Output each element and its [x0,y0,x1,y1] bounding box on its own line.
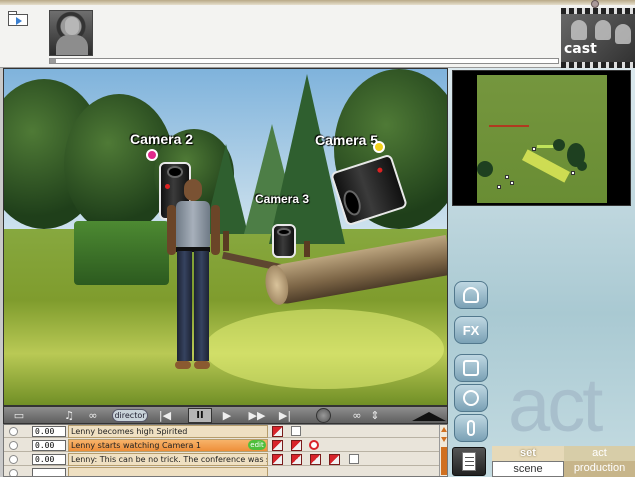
sound-icon[interactable]: ♫ [60,409,78,423]
scroll-thumb[interactable] [441,447,447,475]
microphone-icon[interactable] [454,414,488,442]
timeline-row[interactable]: 0.00 Lenny starts watching Camera 1 edit [4,439,439,452]
flag-icon[interactable] [310,454,321,465]
mode-tabs: set scene act production [448,446,635,477]
flag-icon[interactable] [329,454,340,465]
record-icon[interactable] [316,408,331,423]
row-time-field[interactable]: 0.00 [32,440,66,451]
row-action-text[interactable] [68,467,268,476]
playback-toolbar: ▭ ♫ ∞ director |◀ II ▶ ▶▶ ▶| ∞ ⇕ [3,406,448,424]
document-icon[interactable] [452,447,486,476]
window-top-edge [0,0,635,5]
tab-act[interactable]: act [564,446,635,461]
character-lenny[interactable] [164,179,224,379]
next-button[interactable]: ▶| [276,409,294,423]
edit-button[interactable]: edit [248,440,266,450]
link-icon[interactable]: ∞ [84,409,102,423]
target-icon[interactable] [309,440,319,450]
tab-scene[interactable]: scene [492,461,564,477]
row-action-text[interactable]: Lenny becomes high Spirited [68,425,268,438]
play-button[interactable]: ▶ [218,409,236,423]
flag-icon[interactable] [291,454,302,465]
eject-icon[interactable] [412,412,446,421]
volume-icon[interactable]: ⇕ [370,409,380,423]
scene-viewport[interactable]: Camera 2 Camera 5 Camera 3 [3,68,448,406]
flag-icon[interactable] [272,440,283,451]
minimap[interactable] [452,70,631,206]
timeline-row[interactable] [4,467,439,476]
camera-5-label: Camera 5 [315,132,379,148]
row-select-radio[interactable] [9,427,18,436]
act-watermark: act [508,363,603,448]
app-window: cast Camera 2 Camera 5 Camera 3 ▭ ♫ ∞ di… [0,0,635,477]
row-checkbox[interactable] [291,426,301,436]
right-panel: FX act act [448,68,635,477]
row-select-radio[interactable] [9,441,18,450]
camera-icon[interactable] [454,354,488,382]
scroll-up-icon[interactable] [441,427,447,432]
script-timeline: 0.00 Lenny becomes high Spirited 0.00 Le… [3,424,448,477]
hedge [74,221,169,285]
cast-scroll-thumb[interactable] [50,59,56,63]
loop-icon[interactable]: ∞ [348,409,366,423]
pine-trunk [304,241,310,257]
row-action-text[interactable]: Lenny: This can be no trick. The confere… [68,453,268,466]
cast-button[interactable]: cast [561,0,635,68]
light-icon[interactable] [454,384,488,412]
camera-5-marker[interactable] [373,141,385,153]
timeline-row[interactable]: 0.00 Lenny: This can be no trick. The co… [4,453,439,466]
folder-open-icon[interactable] [8,11,30,27]
cast-scrollbar[interactable] [49,58,559,64]
scroll-down-icon[interactable] [441,437,447,442]
fast-forward-button[interactable]: ▶▶ [246,409,268,423]
sunlit-grass [204,309,444,389]
pine-tree [269,74,345,244]
pause-button[interactable]: II [188,408,212,423]
screen-icon[interactable]: ▭ [10,409,28,423]
row-time-field[interactable] [32,468,66,476]
row-checkbox[interactable] [349,454,359,464]
timeline-row[interactable]: 0.00 Lenny becomes high Spirited [4,425,439,438]
row-select-radio[interactable] [9,469,18,476]
row-action-text[interactable]: Lenny starts watching Camera 1 [68,439,268,452]
camera-3-object[interactable] [272,224,296,258]
tab-set[interactable]: set [492,446,564,461]
cast-icon: cast [564,41,597,57]
director-button[interactable]: director [112,409,148,422]
row-time-field[interactable]: 0.00 [32,454,66,465]
avatar-icon[interactable] [49,10,93,56]
previous-button[interactable]: |◀ [156,409,174,423]
fx-button[interactable]: FX [454,316,488,344]
row-time-field[interactable]: 0.00 [32,426,66,437]
camera-2-label: Camera 2 [130,131,194,147]
cast-bar: cast [0,0,635,68]
flag-icon[interactable] [272,454,283,465]
character-group-icon[interactable] [454,281,488,309]
camera-3-label: Camera 3 [255,192,310,206]
tab-production[interactable]: production [564,461,635,477]
flag-icon[interactable] [291,440,302,451]
flag-icon[interactable] [272,426,283,437]
row-select-radio[interactable] [9,455,18,464]
camera-2-marker[interactable] [146,149,158,161]
timeline-scrollbar[interactable] [439,425,447,476]
